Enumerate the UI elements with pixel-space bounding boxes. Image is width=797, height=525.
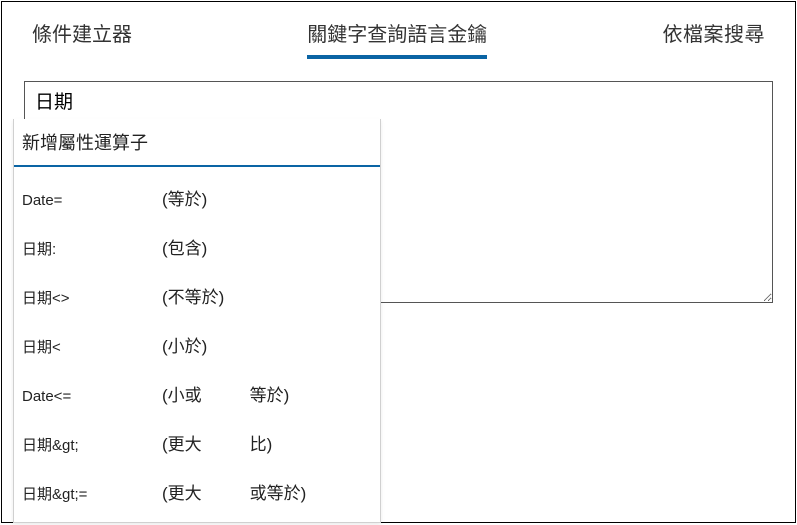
operator-item-contains[interactable]: 日期: (包含) [14,222,380,271]
operator-desc: (更大或等於) [162,479,306,504]
operator-code: 日期< [22,336,162,357]
operator-desc: (小於) [162,332,207,357]
operator-code: 日期<> [22,287,162,308]
operator-suggestion-dropdown: 新增屬性運算子 Date= (等於) 日期: (包含) 日期<> (不等於) [13,119,381,523]
operator-item-not-equals[interactable]: 日期<> (不等於) [14,271,380,320]
operator-item-less-than[interactable]: 日期< (小於) [14,320,380,369]
tab-bar: 條件建立器 關鍵字查詢語言金鑰 依檔案搜尋 [2,2,795,57]
operator-desc: (小或等於) [162,381,289,406]
tab-kql-key[interactable]: 關鍵字查詢語言金鑰 [307,18,487,57]
operator-item-greater-equal[interactable]: 日期&gt;= (更大或等於) [14,467,380,516]
operator-code: 日期: [22,238,162,259]
dropdown-header: 新增屬性運算子 [14,119,380,167]
operator-code: Date<= [22,388,162,405]
tab-condition-builder[interactable]: 條件建立器 [32,18,132,57]
operator-item-greater-than[interactable]: 日期&gt; (更大比) [14,418,380,467]
operator-desc: (等於) [162,185,207,210]
search-panel: 條件建立器 關鍵字查詢語言金鑰 依檔案搜尋 新增屬性運算子 Date= (等於)… [1,1,796,523]
dropdown-list: Date= (等於) 日期: (包含) 日期<> (不等於) 日期< [14,167,380,522]
operator-item-equals[interactable]: Date= (等於) [14,173,380,222]
operator-item-less-equal[interactable]: Date<= (小或等於) [14,369,380,418]
tab-search-by-file[interactable]: 依檔案搜尋 [663,18,766,57]
operator-desc: (包含) [162,234,207,259]
operator-code: 日期&gt;= [22,483,162,504]
operator-code: 日期&gt; [22,434,162,455]
operator-desc: (不等於) [162,283,224,308]
operator-desc: (更大比) [162,430,272,455]
operator-code: Date= [22,192,162,209]
